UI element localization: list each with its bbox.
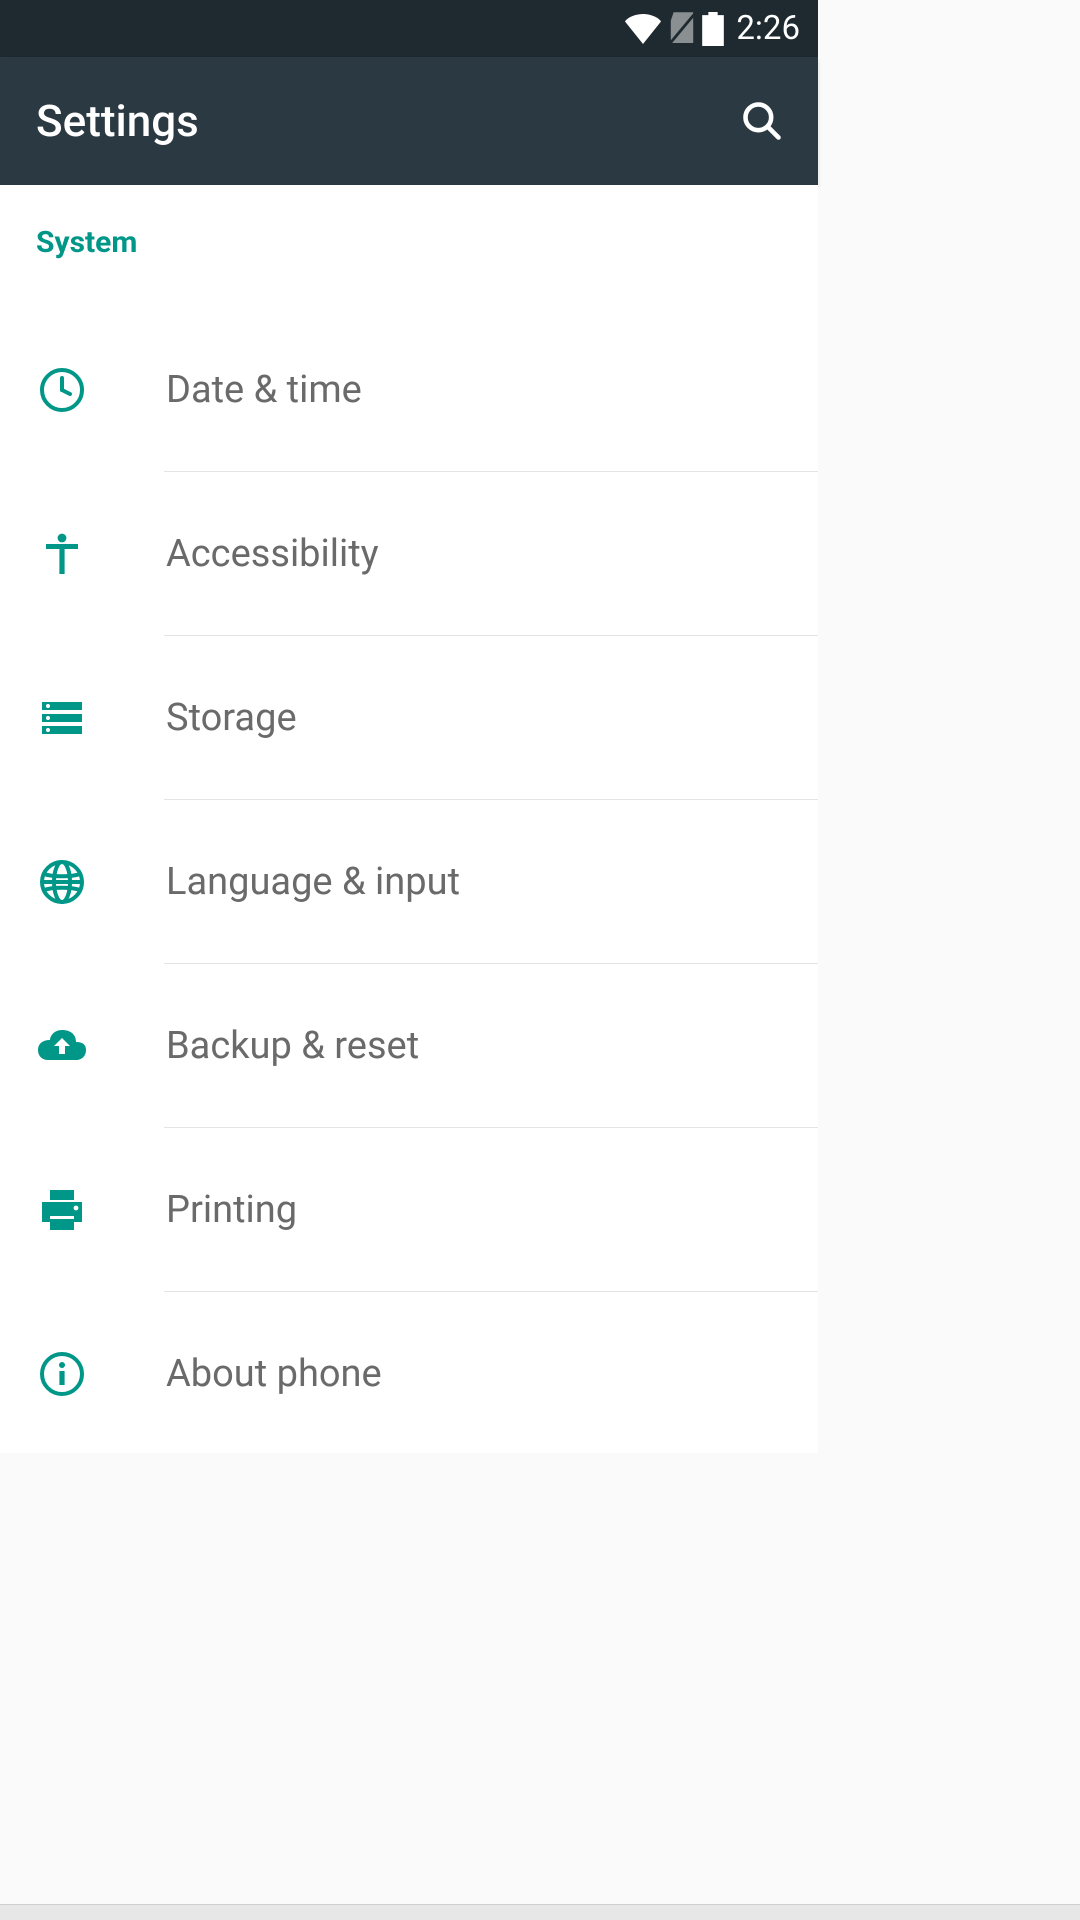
info-icon bbox=[36, 1348, 88, 1400]
search-icon bbox=[740, 99, 784, 143]
settings-list: Date & time Accessibility Stora bbox=[0, 278, 818, 1453]
printer-icon bbox=[36, 1184, 88, 1236]
list-item-label: Language & input bbox=[166, 860, 460, 904]
clock-icon bbox=[36, 364, 88, 416]
list-item-label: About phone bbox=[166, 1352, 382, 1396]
cloud-upload-icon bbox=[36, 1020, 88, 1072]
accessibility-icon bbox=[36, 528, 88, 580]
wifi-icon bbox=[624, 14, 662, 44]
search-button[interactable] bbox=[738, 97, 786, 145]
list-item-date-time[interactable]: Date & time bbox=[0, 308, 818, 472]
storage-icon bbox=[36, 692, 88, 744]
section-header-system: System bbox=[0, 185, 818, 278]
list-item-accessibility[interactable]: Accessibility bbox=[0, 472, 818, 636]
list-item-label: Backup & reset bbox=[166, 1024, 419, 1068]
no-sim-icon bbox=[668, 12, 696, 46]
list-item-label: Accessibility bbox=[166, 532, 379, 576]
status-bar: 2:26 bbox=[0, 0, 818, 57]
bottom-edge bbox=[0, 1904, 1080, 1920]
battery-icon bbox=[702, 12, 724, 46]
status-time: 2:26 bbox=[736, 9, 800, 48]
content-area: System Date & time Accessibility bbox=[0, 185, 818, 1453]
list-item-storage[interactable]: Storage bbox=[0, 636, 818, 800]
app-bar: Settings bbox=[0, 57, 818, 185]
list-item-label: Storage bbox=[166, 696, 297, 740]
list-item-printing[interactable]: Printing bbox=[0, 1128, 818, 1292]
list-item-label: Printing bbox=[166, 1188, 297, 1232]
page-title: Settings bbox=[36, 95, 199, 147]
list-item-backup-reset[interactable]: Backup & reset bbox=[0, 964, 818, 1128]
list-item-about-phone[interactable]: About phone bbox=[0, 1292, 818, 1453]
globe-icon bbox=[36, 856, 88, 908]
list-item-language-input[interactable]: Language & input bbox=[0, 800, 818, 964]
list-item-label: Date & time bbox=[166, 368, 362, 412]
